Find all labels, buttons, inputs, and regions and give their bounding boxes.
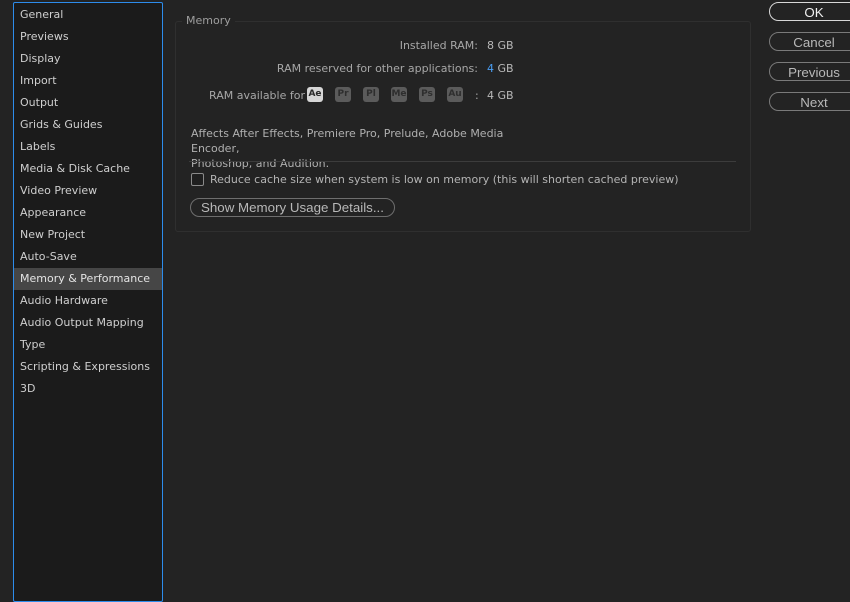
sidebar-item-grids-guides[interactable]: Grids & Guides — [14, 114, 162, 136]
sidebar-item-3d[interactable]: 3D — [14, 378, 162, 400]
sidebar-item-media-disk-cache[interactable]: Media & Disk Cache — [14, 158, 162, 180]
ram-available-separator: : — [475, 89, 479, 102]
sidebar-item-audio-hardware[interactable]: Audio Hardware — [14, 290, 162, 312]
preferences-category-list[interactable]: General Previews Display Import Output G… — [13, 2, 163, 602]
affects-note-line-2: Photoshop, and Audition. — [191, 157, 330, 170]
ram-reserved-value: 4 GB — [487, 62, 514, 75]
sidebar-item-auto-save[interactable]: Auto-Save — [14, 246, 162, 268]
premiere-pro-icon: Pr — [335, 87, 351, 102]
sidebar-item-output[interactable]: Output — [14, 92, 162, 114]
sidebar-item-type[interactable]: Type — [14, 334, 162, 356]
affects-apps-note: Affects After Effects, Premiere Pro, Pre… — [191, 126, 551, 171]
show-memory-usage-details-button[interactable]: Show Memory Usage Details... — [190, 198, 395, 217]
reduce-cache-option[interactable]: Reduce cache size when system is low on … — [191, 173, 679, 186]
cancel-button[interactable]: Cancel — [769, 32, 850, 51]
next-button[interactable]: Next — [769, 92, 850, 111]
sidebar-item-previews[interactable]: Previews — [14, 26, 162, 48]
sidebar-item-general[interactable]: General — [14, 4, 162, 26]
sidebar-item-display[interactable]: Display — [14, 48, 162, 70]
ram-available-value: 4 GB — [487, 89, 514, 102]
sidebar-item-scripting-expressions[interactable]: Scripting & Expressions — [14, 356, 162, 378]
photoshop-icon: Ps — [419, 87, 435, 102]
ram-reserved-amount[interactable]: 4 — [487, 62, 494, 75]
memory-group: Memory Installed RAM: 8 GB RAM reserved … — [175, 14, 751, 232]
installed-ram-label: Installed RAM: — [399, 39, 478, 52]
sidebar-item-audio-output-mapping[interactable]: Audio Output Mapping — [14, 312, 162, 334]
after-effects-icon: Ae — [307, 87, 323, 102]
prelude-icon: Pl — [363, 87, 379, 102]
sidebar-item-appearance[interactable]: Appearance — [14, 202, 162, 224]
ram-reserved-unit: GB — [497, 62, 514, 75]
sidebar-item-labels[interactable]: Labels — [14, 136, 162, 158]
audition-icon: Au — [447, 87, 463, 102]
ok-button[interactable]: OK — [769, 2, 850, 21]
previous-button[interactable]: Previous — [769, 62, 850, 81]
reduce-cache-label[interactable]: Reduce cache size when system is low on … — [210, 173, 679, 186]
media-encoder-icon: Me — [391, 87, 407, 102]
memory-group-title: Memory — [182, 14, 235, 28]
installed-ram-value: 8 GB — [487, 39, 514, 52]
affects-note-line-1: Affects After Effects, Premiere Pro, Pre… — [191, 127, 504, 155]
sidebar-item-video-preview[interactable]: Video Preview — [14, 180, 162, 202]
reduce-cache-checkbox[interactable] — [191, 173, 204, 186]
ram-reserved-label: RAM reserved for other applications: — [276, 62, 478, 75]
ram-available-label: RAM available for — [209, 89, 305, 102]
sidebar-item-import[interactable]: Import — [14, 70, 162, 92]
sidebar-item-new-project[interactable]: New Project — [14, 224, 162, 246]
sidebar-item-memory-performance[interactable]: Memory & Performance — [14, 268, 162, 290]
divider — [189, 161, 736, 162]
app-badges: Ae Pr Pl Me Ps Au — [307, 87, 463, 102]
